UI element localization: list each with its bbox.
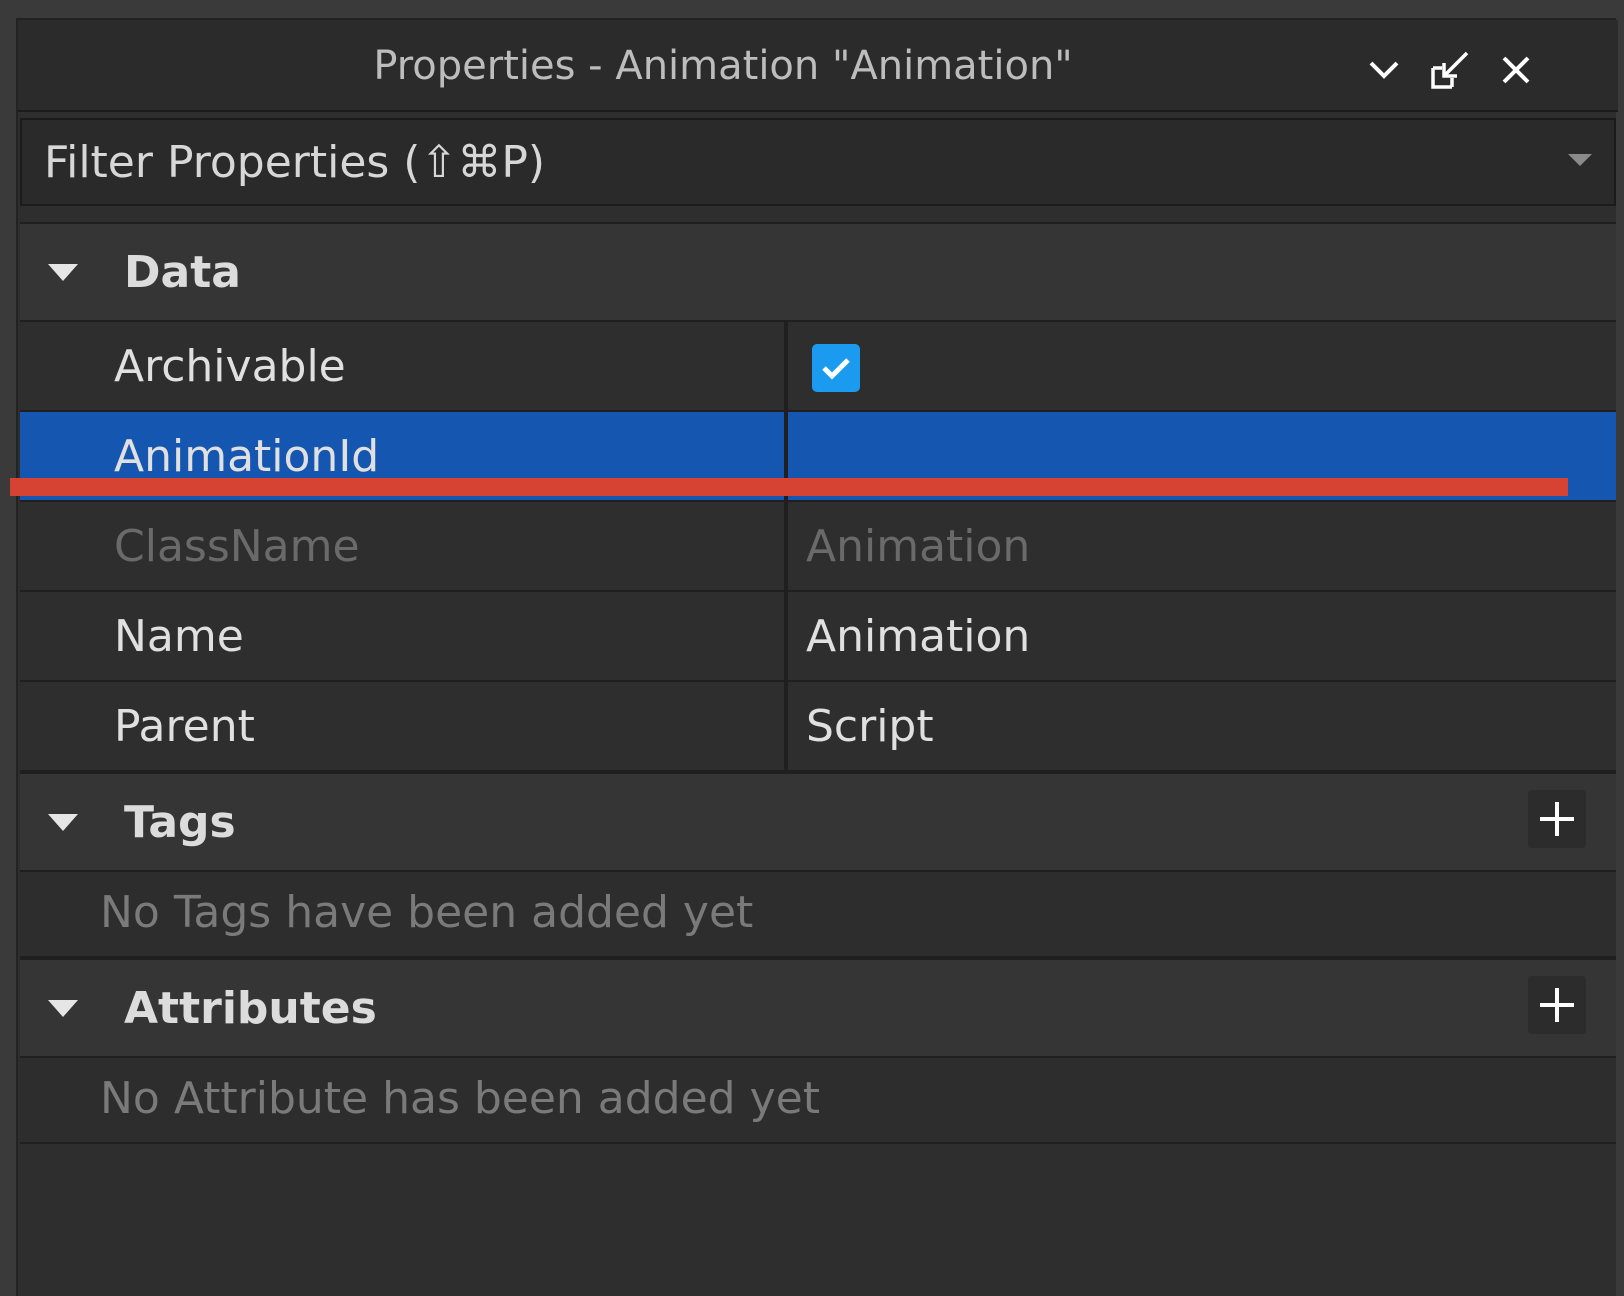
dropdown-caret-icon[interactable] <box>1568 154 1592 166</box>
section-header-tags[interactable]: Tags <box>20 772 1616 872</box>
filter-properties-input[interactable]: Filter Properties (⇧⌘P) <box>20 118 1616 206</box>
chevron-down-icon[interactable] <box>1364 50 1404 90</box>
column-divider[interactable] <box>784 322 788 410</box>
annotation-highlight-line <box>10 478 1568 496</box>
property-row-parent[interactable]: Parent Script <box>20 682 1616 772</box>
property-name: Archivable <box>114 341 346 392</box>
archivable-checkbox[interactable] <box>812 344 860 392</box>
section-header-attributes[interactable]: Attributes <box>20 958 1616 1058</box>
checkmark-icon <box>822 358 850 380</box>
plus-icon <box>1540 988 1574 1022</box>
filter-placeholder: Filter Properties (⇧⌘P) <box>44 137 546 188</box>
section-title-data: Data <box>124 247 241 298</box>
property-name: AnimationId <box>114 431 380 482</box>
property-row-archivable[interactable]: Archivable <box>20 322 1616 412</box>
section-header-data[interactable]: Data <box>20 222 1616 322</box>
panel-title: Properties - Animation "Animation" <box>373 43 1073 89</box>
property-row-name[interactable]: Name Animation <box>20 592 1616 682</box>
caret-down-icon[interactable] <box>48 264 78 281</box>
tags-empty-text: No Tags have been added yet <box>100 887 754 938</box>
close-icon[interactable] <box>1496 50 1536 90</box>
caret-down-icon[interactable] <box>48 814 78 831</box>
undock-icon[interactable] <box>1430 50 1470 90</box>
properties-panel: Properties - Animation "Animation" Filte… <box>16 18 1618 1296</box>
property-name: Parent <box>114 701 255 752</box>
add-tag-button[interactable] <box>1528 790 1586 848</box>
property-value: Animation <box>806 521 1031 572</box>
column-divider[interactable] <box>784 502 788 590</box>
tags-empty-row: No Tags have been added yet <box>20 872 1616 958</box>
property-value-input[interactable]: Animation <box>806 612 1030 662</box>
add-attribute-button[interactable] <box>1528 976 1586 1034</box>
panel-titlebar: Properties - Animation "Animation" <box>18 20 1618 112</box>
plus-icon <box>1540 802 1574 836</box>
caret-down-icon[interactable] <box>48 1000 78 1017</box>
property-name: Name <box>114 611 244 662</box>
property-name: ClassName <box>114 521 360 572</box>
column-divider[interactable] <box>784 592 788 680</box>
property-value[interactable]: Script <box>806 702 934 752</box>
attributes-empty-row: No Attribute has been added yet <box>20 1058 1616 1144</box>
section-title-attributes: Attributes <box>124 983 377 1034</box>
column-divider[interactable] <box>784 682 788 770</box>
property-row-classname: ClassName Animation <box>20 502 1616 592</box>
section-title-tags: Tags <box>124 797 236 848</box>
attributes-empty-text: No Attribute has been added yet <box>100 1073 820 1124</box>
